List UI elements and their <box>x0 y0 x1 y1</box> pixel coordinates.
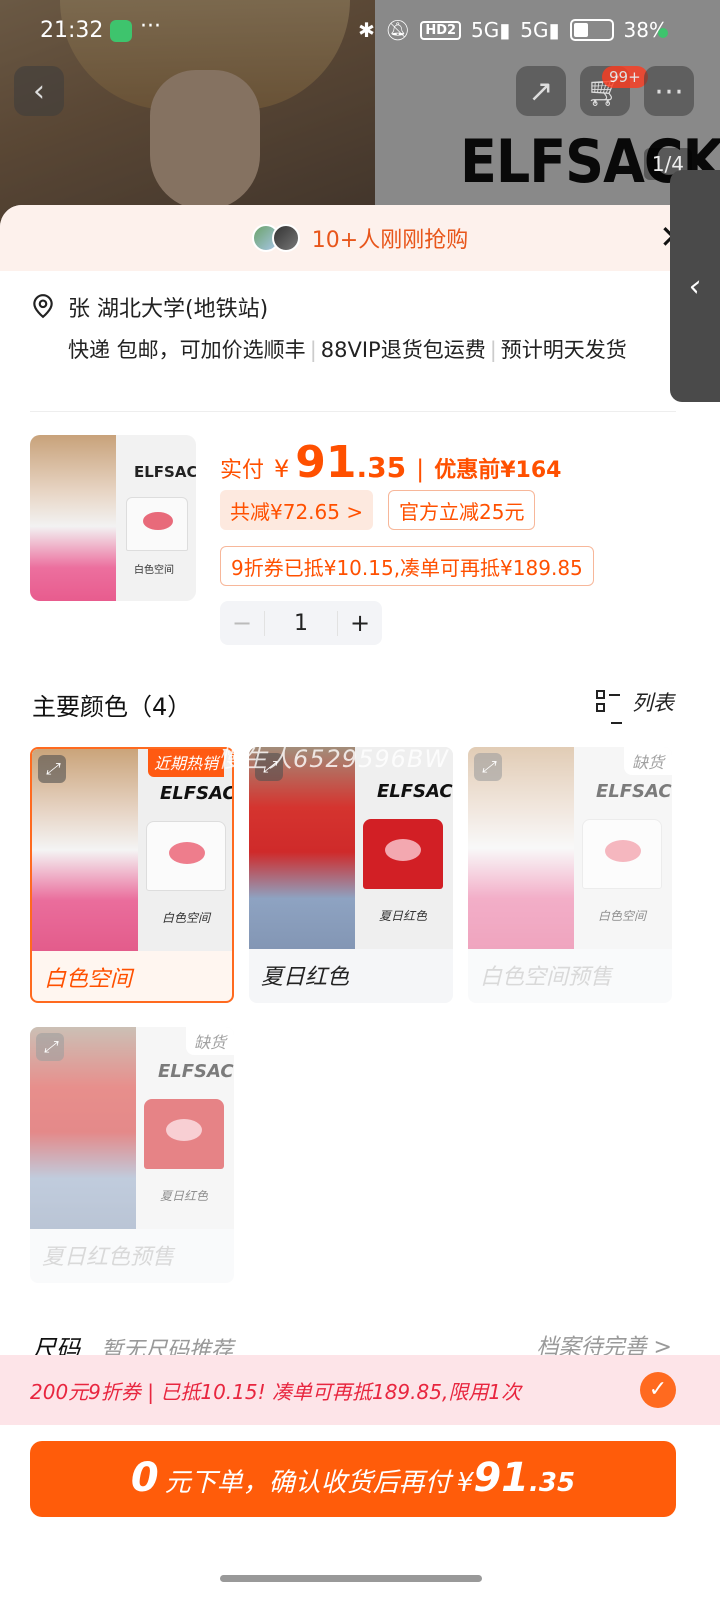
coupon-applied-chip: 9折券已抵¥10.15,凑单可再抵¥189.85 <box>220 546 594 586</box>
watermark: 慢生人6529596BW <box>218 745 450 773</box>
quantity-value[interactable]: 1 <box>264 610 338 636</box>
battery-icon <box>569 19 614 41</box>
tshirt-image <box>363 819 443 889</box>
thumb-caption: 白色空间 <box>134 565 174 576</box>
thumb-model <box>30 435 116 601</box>
privacy-dot-icon <box>658 28 668 38</box>
share-button[interactable]: ↗ <box>516 66 566 116</box>
option-brand: ELFSACK <box>160 783 232 804</box>
expand-icon[interactable]: ⤢ <box>36 1033 64 1061</box>
list-icon <box>596 690 622 724</box>
option-label: 白色空间 <box>44 967 133 992</box>
share-icon: ↗ <box>528 73 554 109</box>
hot-selling-tag: 近期热销 <box>148 749 225 777</box>
cart-badge: 99+ <box>602 66 648 88</box>
place-order-button[interactable]: 0 元下单，确认收货后再付 ¥ 91 .35 <box>30 1441 676 1517</box>
option-brand: ELFSACK <box>377 781 453 802</box>
recent-buyers-banner: 10+人刚刚抢购 ✕ <box>0 205 720 271</box>
option-brand: ELFSACK <box>158 1061 234 1082</box>
option-label: 夏日红色预售 <box>42 1245 175 1270</box>
tshirt-image <box>144 1099 224 1169</box>
quantity-stepper: − 1 + <box>220 601 382 645</box>
order-currency: ¥ <box>456 1468 474 1498</box>
expand-icon[interactable]: ⤢ <box>474 753 502 781</box>
more-button[interactable]: ⋯ <box>644 66 694 116</box>
order-price-decimal: .35 <box>529 1468 576 1498</box>
decrease-button[interactable]: − <box>220 609 264 637</box>
sku-selection-sheet: 10+人刚刚抢购 ✕ 张 湖北大学(地铁站) › 快递 包邮，可加价选顺丰|88… <box>0 205 720 1600</box>
order-price-integer: 91 <box>473 1455 529 1501</box>
option-caption: 夏日红色 <box>379 909 428 923</box>
coupon-bar[interactable]: 200元9折券 | 已抵10.15! 凑单可再抵189.85,限用1次 ✓ <box>0 1355 720 1425</box>
tshirt-image <box>582 819 662 889</box>
list-toggle-label: 列表 <box>632 691 674 715</box>
more-icon: ⋯ <box>654 73 684 109</box>
paid-label: 实付 <box>220 458 265 483</box>
out-of-stock-tag: 缺货 <box>623 747 672 775</box>
tshirt-image <box>146 821 226 891</box>
price-integer: 91 <box>295 437 357 488</box>
list-view-toggle[interactable]: 列表 <box>596 687 674 724</box>
coupon-text: 200元9折券 | 已抵10.15! 凑单可再抵189.85,限用1次 <box>30 1379 522 1404</box>
color-option-red[interactable]: ELFSACK 夏日红色 ⤢ 夏日红色 <box>249 747 453 1003</box>
signal-icon-1: 5G▮ <box>471 18 511 42</box>
more-notifications-icon: ··· <box>140 14 161 39</box>
option-label: 白色空间预售 <box>480 965 613 990</box>
order-text: 元下单，确认收货后再付 <box>164 1468 451 1498</box>
product-thumbnail[interactable]: ELFSACK 白色空间 <box>30 435 196 601</box>
home-indicator[interactable] <box>220 1575 482 1582</box>
thumb-brand: ELFSACK <box>134 463 196 481</box>
divider <box>30 411 676 412</box>
bluetooth-icon: ✱ <box>358 18 375 42</box>
avatar <box>271 224 300 252</box>
status-bar: 21:32 ··· ✱ 🔕︎ HD2 5G▮ 5G▮ 38% <box>0 0 720 62</box>
clock: 21:32 <box>40 18 104 43</box>
price-row: 实付 ¥ 91 .35 | 优惠前¥164 <box>220 437 561 488</box>
color-option-white[interactable]: ELFSACK 白色空间 ⤢ 近期热销 白色空间 <box>30 747 234 1003</box>
currency-symbol: ¥ <box>274 455 290 483</box>
official-discount-chip: 官方立减25元 <box>388 490 536 530</box>
checkmark-icon[interactable]: ✓ <box>640 1372 676 1408</box>
price-separator: | <box>416 455 425 483</box>
color-option-white-presale[interactable]: ELFSACK 白色空间 ⤢ 缺货 白色空间预售 <box>468 747 672 1003</box>
color-option-red-presale[interactable]: ELFSACK 夏日红色 ⤢ 缺货 夏日红色预售 <box>30 1027 234 1283</box>
chevron-left-icon: ‹ <box>33 73 45 109</box>
side-panel-tab[interactable]: ‹ <box>670 170 720 402</box>
return-shipping: 88VIP退货包运费 <box>320 338 486 362</box>
status-icons: ✱ 🔕︎ HD2 5G▮ 5G▮ 38% <box>358 18 668 42</box>
location-pin-icon <box>33 294 53 319</box>
increase-button[interactable]: + <box>338 609 382 637</box>
total-savings-chip[interactable]: 共减¥72.65 > <box>220 490 374 530</box>
original-price: 优惠前¥164 <box>434 458 562 483</box>
hd-voice-icon: HD2 <box>420 20 462 40</box>
address-line: 张 湖北大学(地铁站) <box>68 297 269 322</box>
expand-icon[interactable]: ⤢ <box>38 755 66 783</box>
app-notification-icon <box>110 20 132 42</box>
option-caption: 白色空间 <box>162 911 211 925</box>
out-of-stock-tag: 缺货 <box>185 1027 234 1055</box>
delivery-estimate: 预计明天发货 <box>500 338 627 362</box>
order-zero: 0 <box>130 1455 159 1501</box>
buyer-avatars <box>251 224 300 252</box>
option-caption: 夏日红色 <box>160 1189 209 1203</box>
shipping-info: 快递 包邮，可加价选顺丰 | 88VIP退货包运费 | 预计明天发货 <box>68 338 627 362</box>
color-section-title: 主要颜色（4） <box>32 693 192 721</box>
option-brand: ELFSACK <box>596 781 672 802</box>
tshirt-image <box>126 497 188 551</box>
buyers-text: 10+人刚刚抢购 <box>311 228 469 253</box>
shipping-method: 快递 包邮，可加价选顺丰 <box>68 338 306 362</box>
back-button[interactable]: ‹ <box>14 66 64 116</box>
signal-icon-2: 5G▮ <box>520 18 560 42</box>
price-decimal: .35 <box>356 451 407 484</box>
mute-bell-icon: 🔕︎ <box>384 18 411 42</box>
option-caption: 白色空间 <box>598 909 647 923</box>
chevron-left-icon: ‹ <box>689 268 701 304</box>
option-label: 夏日红色 <box>261 965 350 990</box>
